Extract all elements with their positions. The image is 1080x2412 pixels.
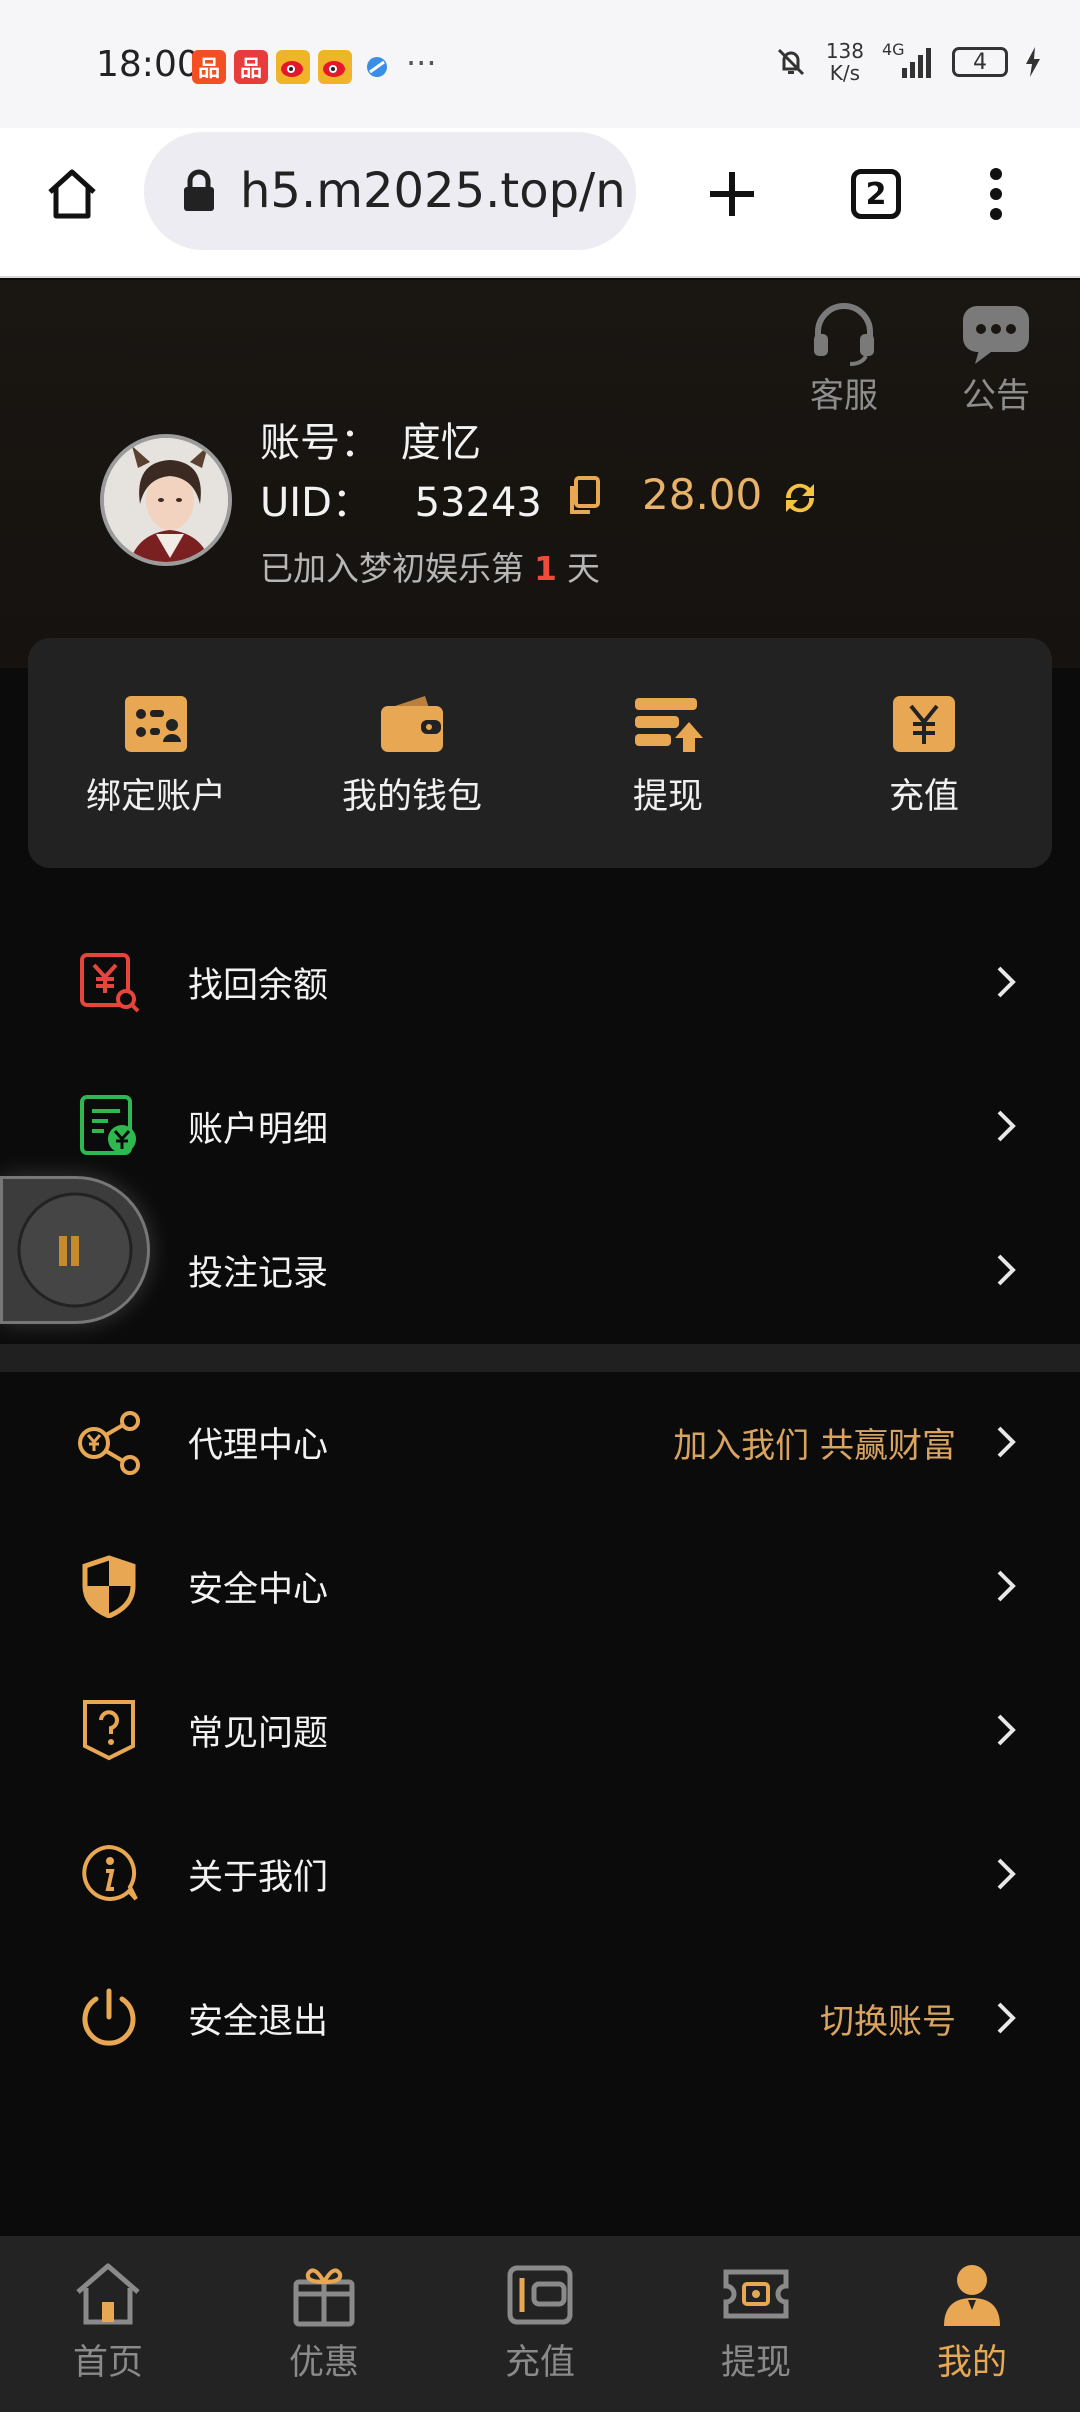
- chevron-right-icon: [997, 1714, 1016, 1746]
- home-button[interactable]: [40, 162, 104, 226]
- nav-recharge[interactable]: 充值: [432, 2236, 648, 2412]
- weibo-icon: [276, 50, 310, 84]
- avatar[interactable]: [100, 434, 232, 566]
- share-icon: [74, 1407, 144, 1477]
- chevron-right-icon: [997, 1110, 1016, 1142]
- chevron-right-icon: [997, 1254, 1016, 1286]
- announcement-button[interactable]: 公告: [936, 302, 1056, 417]
- account-details-icon: [74, 1091, 144, 1161]
- more-notifications-icon: ···: [406, 44, 437, 82]
- refresh-icon: [785, 483, 815, 513]
- gift-icon: [293, 2268, 355, 2327]
- uid-value: 53243: [414, 480, 542, 526]
- nav-home[interactable]: 首页: [0, 2236, 216, 2412]
- status-time: 18:00: [96, 44, 200, 85]
- floating-assistant-button[interactable]: [0, 1176, 150, 1324]
- question-icon: [74, 1695, 144, 1765]
- tab-count: 2: [851, 169, 901, 219]
- headset-icon: [814, 303, 874, 366]
- wallet-icon: [381, 696, 443, 752]
- agent-center-promo: 加入我们 共赢财富: [673, 1425, 956, 1466]
- account-row: 账号： 度忆: [260, 410, 481, 468]
- home-icon: [76, 2263, 140, 2325]
- url-text: h5.m2025.top/n: [240, 163, 626, 219]
- shield-icon: [74, 1551, 144, 1621]
- plus-icon: [710, 172, 754, 216]
- address-bar[interactable]: h5.m2025.top/n: [144, 132, 636, 250]
- account-label: 账号：: [260, 420, 380, 466]
- status-bar: 18:00 品 品 ··· 138 K/s 4G 4: [0, 0, 1080, 128]
- menu-logout[interactable]: 安全退出 切换账号: [0, 1946, 1080, 2090]
- profile-header: 客服 公告 账号： 度忆 UID： 53243 28.00 已加入梦初娱乐第 1 天: [0, 280, 1080, 668]
- recover-balance-icon: [74, 947, 144, 1017]
- menu-recover-balance[interactable]: 找回余额: [0, 910, 1080, 1054]
- user-icon: [944, 2265, 1000, 2326]
- wallet-icon: [507, 2265, 573, 2325]
- uid-label: UID：: [260, 480, 372, 526]
- browser-toolbar: h5.m2025.top/n 2: [0, 128, 1080, 278]
- menu-bet-records[interactable]: 投注记录: [0, 1198, 1080, 1342]
- joined-days-count: 1: [534, 549, 557, 588]
- section-divider: [0, 1344, 1080, 1372]
- charging-icon: [1026, 47, 1040, 77]
- bind-account-button[interactable]: 绑定账户: [28, 638, 284, 868]
- lock-icon: [184, 169, 214, 211]
- weibo-icon: [318, 50, 352, 84]
- new-tab-button[interactable]: [700, 162, 764, 226]
- copy-icon: [570, 476, 600, 514]
- mute-icon: [777, 48, 804, 76]
- home-icon: [48, 169, 96, 219]
- refresh-balance-button[interactable]: [778, 476, 822, 524]
- info-icon: [74, 1839, 144, 1909]
- menu-about-us[interactable]: 关于我们: [0, 1802, 1080, 1946]
- chat-bubble-icon: [963, 306, 1029, 364]
- cash-icon: [723, 2269, 789, 2319]
- customer-service-button[interactable]: 客服: [784, 302, 904, 417]
- menu-faq[interactable]: 常见问题: [0, 1658, 1080, 1802]
- menu-agent-center[interactable]: 代理中心 加入我们 共赢财富: [0, 1370, 1080, 1514]
- network-speed: 138 K/s: [825, 39, 864, 85]
- power-icon: [74, 1983, 144, 2053]
- uid-row: UID： 53243: [260, 470, 542, 528]
- chevron-right-icon: [997, 1570, 1016, 1602]
- browser-menu-button[interactable]: [964, 162, 1028, 226]
- copy-uid-button[interactable]: [566, 476, 600, 520]
- chevron-right-icon: [997, 1858, 1016, 1890]
- my-wallet-button[interactable]: 我的钱包: [284, 638, 540, 868]
- chevron-right-icon: [997, 1426, 1016, 1458]
- menu-account-details[interactable]: 账户明细: [0, 1054, 1080, 1198]
- menu-security-center[interactable]: 安全中心: [0, 1514, 1080, 1658]
- notification-icons: 品 品: [192, 50, 394, 84]
- yen-icon: [893, 696, 955, 752]
- battery-icon: 4: [952, 47, 1008, 77]
- account-name: 度忆: [400, 420, 481, 466]
- more-vertical-icon: [990, 168, 1002, 220]
- tab-switcher-button[interactable]: 2: [844, 162, 908, 226]
- app-notification-icon: 品: [234, 50, 268, 84]
- balance-amount: 28.00: [642, 470, 763, 519]
- signal-icon: 4G: [882, 40, 934, 80]
- nav-promotions[interactable]: 优惠: [216, 2236, 432, 2412]
- quick-actions-card: 绑定账户 我的钱包 提现 充值: [28, 638, 1052, 868]
- bind-account-icon: [125, 696, 187, 752]
- nav-withdraw[interactable]: 提现: [648, 2236, 864, 2412]
- withdraw-button[interactable]: 提现: [540, 638, 796, 868]
- switch-account-link[interactable]: 切换账号: [820, 1994, 956, 2043]
- floating-ball-icon: [17, 1192, 133, 1308]
- app-notification-icon: 品: [192, 50, 226, 84]
- recharge-button[interactable]: 充值: [796, 638, 1052, 868]
- chevron-right-icon: [997, 2002, 1016, 2034]
- browser-notification-icon: [360, 50, 394, 84]
- nav-mine[interactable]: 我的: [864, 2236, 1080, 2412]
- chevron-right-icon: [997, 966, 1016, 998]
- withdraw-icon: [635, 698, 703, 752]
- bottom-navigation: 首页 优惠 充值 提现 我的: [0, 2236, 1080, 2412]
- joined-days-text: 已加入梦初娱乐第 1 天: [260, 549, 600, 588]
